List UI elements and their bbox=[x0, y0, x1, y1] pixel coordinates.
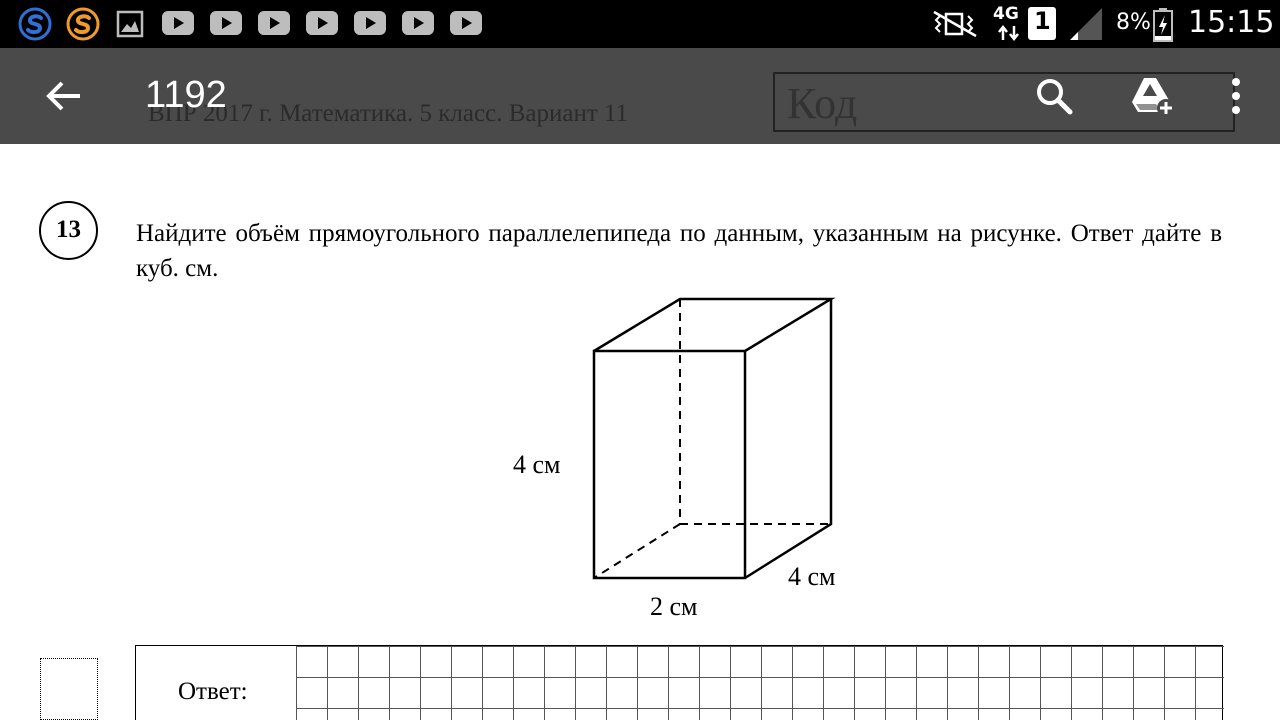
problem-statement: Найдите объём прямоугольного параллелепи… bbox=[136, 220, 1222, 282]
status-bar: 4G 1 8% 15:15 bbox=[0, 0, 1280, 48]
vibrate-icon bbox=[933, 10, 977, 38]
youtube-icon bbox=[210, 11, 242, 35]
battery-percent: 8% bbox=[1116, 10, 1151, 35]
data-arrows-icon bbox=[998, 25, 1019, 41]
overflow-menu-button[interactable] bbox=[1216, 72, 1256, 120]
search-icon bbox=[1037, 79, 1073, 115]
depth-label: 4 см bbox=[788, 562, 836, 591]
youtube-icon bbox=[354, 11, 386, 35]
answer-frame: Ответ: bbox=[135, 645, 1224, 720]
height-label: 4 см bbox=[513, 450, 561, 479]
width-label: 2 см bbox=[650, 592, 698, 621]
network-type: 4G bbox=[993, 4, 1019, 24]
s-app-orange-icon bbox=[66, 7, 100, 41]
code-box-label: Код bbox=[787, 79, 858, 128]
gallery-icon bbox=[116, 10, 144, 38]
answer-label: Ответ: bbox=[178, 678, 248, 705]
back-button[interactable] bbox=[40, 72, 88, 120]
battery-charging-icon bbox=[1153, 8, 1173, 42]
arrow-back-icon bbox=[46, 81, 80, 111]
more-vert-icon bbox=[1232, 78, 1240, 114]
s-app-blue-icon bbox=[18, 7, 52, 41]
right-face-edges bbox=[744, 299, 833, 580]
score-box bbox=[40, 658, 98, 720]
add-to-drive-icon bbox=[1132, 78, 1175, 117]
youtube-icon bbox=[402, 11, 434, 35]
youtube-icon bbox=[306, 11, 338, 35]
app-bar: ВПР 2017 г. Математика. 5 класс. Вариант… bbox=[0, 48, 1280, 144]
parallelepiped-figure: 4 см 2 см 4 см bbox=[500, 290, 880, 630]
sim-slot-number: 1 bbox=[1034, 7, 1051, 35]
add-to-drive-button[interactable] bbox=[1126, 72, 1178, 120]
front-face bbox=[592, 349, 747, 580]
youtube-icon bbox=[162, 11, 194, 35]
youtube-icon bbox=[450, 11, 482, 35]
top-face-edges bbox=[593, 297, 836, 353]
answer-grid[interactable] bbox=[296, 646, 1224, 720]
hidden-edges bbox=[593, 299, 831, 579]
clock: 15:15 bbox=[1188, 5, 1275, 40]
problem-number: 13 bbox=[56, 216, 81, 243]
signal-strength-icon bbox=[1070, 8, 1102, 40]
app-title: 1192 bbox=[145, 74, 227, 116]
problem-number-badge: 13 bbox=[39, 201, 98, 260]
youtube-icon bbox=[258, 11, 290, 35]
search-button[interactable] bbox=[1030, 72, 1078, 120]
